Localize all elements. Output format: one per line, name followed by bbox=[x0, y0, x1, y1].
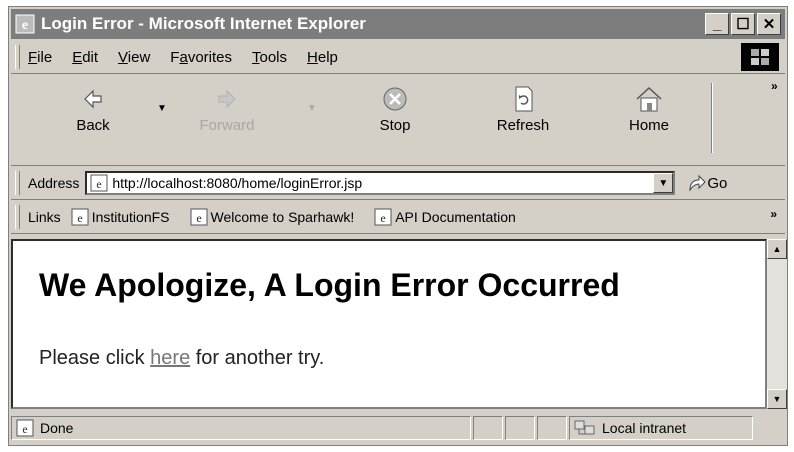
ie-page-icon: e bbox=[71, 208, 89, 226]
address-bar: Address e http://localhost:8080/home/log… bbox=[11, 167, 785, 200]
links-grip[interactable] bbox=[15, 205, 20, 229]
maximize-icon: ☐ bbox=[736, 16, 750, 33]
retry-link[interactable]: here bbox=[150, 347, 190, 369]
menu-help[interactable]: Help bbox=[307, 49, 338, 66]
toolbar-chevron-icon[interactable]: » bbox=[771, 79, 778, 93]
minimize-icon: _ bbox=[712, 15, 722, 33]
back-button[interactable]: Back bbox=[51, 85, 135, 134]
link-sparhawk[interactable]: e Welcome to Sparhawk! bbox=[190, 208, 355, 226]
page-heading: We Apologize, A Login Error Occurred bbox=[39, 267, 620, 303]
stop-button[interactable]: Stop bbox=[353, 85, 437, 134]
zone-label: Local intranet bbox=[602, 420, 687, 436]
link-label: Welcome to Sparhawk! bbox=[210, 209, 355, 225]
windows-logo-icon bbox=[741, 43, 779, 71]
browser-window: e Login Error - Microsoft Internet Explo… bbox=[8, 6, 788, 446]
forward-button[interactable]: Forward bbox=[185, 85, 269, 134]
svg-text:e: e bbox=[97, 177, 102, 191]
status-text: Done bbox=[40, 420, 74, 436]
menu-favorites[interactable]: Favorites bbox=[170, 49, 232, 66]
title-bar[interactable]: e Login Error - Microsoft Internet Explo… bbox=[11, 9, 785, 39]
ie-page-icon: e bbox=[16, 419, 34, 437]
address-grip[interactable] bbox=[15, 171, 20, 195]
scroll-down-icon[interactable]: ▼ bbox=[767, 389, 787, 409]
ie-page-icon: e bbox=[374, 208, 392, 226]
link-api-documentation[interactable]: e API Documentation bbox=[374, 208, 516, 226]
ie-icon: e bbox=[15, 14, 35, 34]
toolbar-grip[interactable] bbox=[15, 45, 20, 69]
status-zone: Local intranet bbox=[569, 416, 753, 440]
menu-view[interactable]: View bbox=[118, 49, 150, 66]
menu-file[interactable]: File bbox=[28, 49, 52, 66]
svg-text:e: e bbox=[196, 211, 201, 225]
svg-text:e: e bbox=[77, 211, 82, 225]
link-label: API Documentation bbox=[395, 209, 516, 225]
scroll-up-icon[interactable]: ▲ bbox=[767, 239, 787, 259]
address-dropdown-icon[interactable]: ▼ bbox=[653, 173, 674, 193]
go-label: Go bbox=[707, 174, 728, 192]
go-arrow-icon bbox=[689, 174, 707, 192]
close-icon: ✕ bbox=[762, 16, 776, 33]
stop-icon bbox=[383, 87, 407, 111]
close-button[interactable]: ✕ bbox=[757, 13, 781, 35]
intranet-icon bbox=[574, 420, 595, 435]
refresh-icon bbox=[515, 86, 533, 112]
address-label: Address bbox=[28, 175, 80, 191]
links-label: Links bbox=[28, 209, 61, 225]
home-label: Home bbox=[628, 117, 669, 134]
maximize-button[interactable]: ☐ bbox=[731, 13, 755, 35]
status-cell bbox=[505, 416, 535, 440]
status-bar: e Done Local intranet bbox=[11, 413, 785, 443]
svg-text:e: e bbox=[22, 18, 28, 33]
forward-arrow-icon bbox=[218, 89, 236, 109]
status-cell bbox=[537, 416, 567, 440]
vertical-scrollbar[interactable]: ▲ ▼ bbox=[767, 239, 787, 409]
back-arrow-icon bbox=[84, 89, 102, 109]
ie-page-icon: e bbox=[190, 208, 208, 226]
status-cell bbox=[473, 416, 503, 440]
status-text-panel: e Done bbox=[11, 416, 471, 440]
toolbar-separator bbox=[711, 83, 713, 153]
menu-tools[interactable]: Tools bbox=[252, 49, 287, 66]
menu-bar: File Edit View Favorites Tools Help bbox=[11, 41, 785, 74]
address-input[interactable]: e http://localhost:8080/home/loginError.… bbox=[85, 171, 676, 195]
page-content: We Apologize, A Login Error Occurred Ple… bbox=[11, 239, 767, 409]
svg-text:e: e bbox=[381, 211, 386, 225]
back-dropdown-icon[interactable]: ▼ bbox=[157, 103, 167, 114]
page-message: Please click here for another try. bbox=[39, 347, 325, 369]
link-institutionfs[interactable]: e InstitutionFS bbox=[71, 208, 170, 226]
forward-label: Forward bbox=[199, 117, 255, 134]
minimize-button[interactable]: _ bbox=[705, 13, 729, 35]
home-icon bbox=[636, 86, 662, 112]
page-icon: e bbox=[90, 174, 108, 192]
window-title: Login Error - Microsoft Internet Explore… bbox=[41, 14, 366, 33]
links-chevron-icon[interactable]: » bbox=[770, 207, 777, 221]
refresh-button[interactable]: Refresh bbox=[481, 85, 565, 134]
back-label: Back bbox=[76, 117, 110, 134]
refresh-label: Refresh bbox=[496, 117, 550, 134]
home-button[interactable]: Home bbox=[607, 85, 691, 134]
forward-dropdown-icon[interactable]: ▼ bbox=[307, 103, 317, 114]
address-url: http://localhost:8080/home/loginError.js… bbox=[112, 175, 363, 191]
svg-text:e: e bbox=[22, 422, 27, 436]
link-label: InstitutionFS bbox=[91, 209, 170, 225]
stop-label: Stop bbox=[379, 117, 411, 134]
links-bar: Links e InstitutionFS e Welcome to Sparh… bbox=[11, 201, 785, 234]
go-button[interactable]: Go bbox=[687, 174, 727, 192]
standard-toolbar: Back ▼ Forward ▼ Stop Refresh Home » bbox=[11, 75, 785, 166]
menu-edit[interactable]: Edit bbox=[72, 49, 98, 66]
